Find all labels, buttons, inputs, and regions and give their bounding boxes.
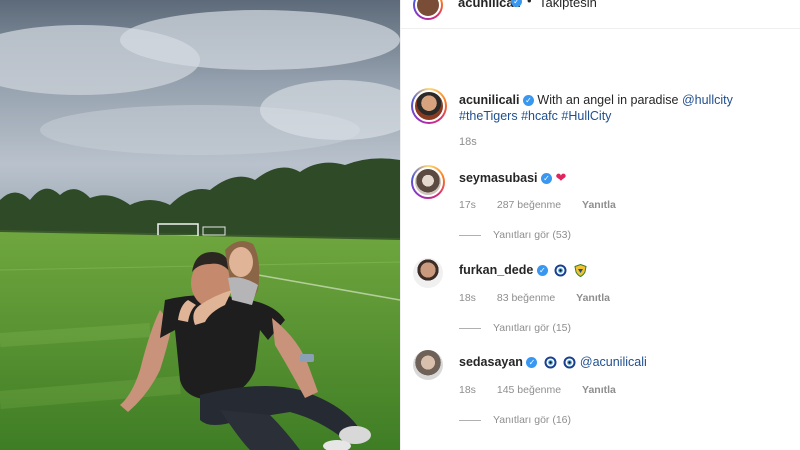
verified-icon: ✓ xyxy=(522,95,534,107)
shield-icon xyxy=(574,264,587,278)
replies-divider xyxy=(459,419,481,421)
view-replies-button[interactable]: Yanıtları gör (53) xyxy=(459,229,571,241)
hashtag-link[interactable]: #HullCity xyxy=(561,109,611,123)
comment-time: 18s xyxy=(459,292,476,304)
caption-time: 18s xyxy=(459,136,477,148)
comment-meta: 18s 83 beğenme Yanıtla xyxy=(459,292,628,304)
comment-avatar[interactable] xyxy=(411,165,445,199)
comment-likes[interactable]: 287 beğenme xyxy=(497,199,561,211)
comment-meta: 17s 287 beğenme Yanıtla xyxy=(459,199,634,211)
comment-time: 17s xyxy=(459,199,476,211)
hashtag-link[interactable]: #theTigers xyxy=(459,109,518,123)
header-avatar[interactable] xyxy=(413,0,443,20)
view-replies-label: Yanıtları gör (15) xyxy=(493,322,572,334)
hashtag-link[interactable]: #hcafc xyxy=(521,109,558,123)
replies-divider xyxy=(459,234,481,236)
view-replies-label: Yanıtları gör (53) xyxy=(493,229,572,241)
reply-button[interactable]: Yanıtla xyxy=(582,384,616,396)
comment-username[interactable]: furkan_dede xyxy=(459,263,533,277)
comment-avatar[interactable] xyxy=(413,350,443,380)
comment-likes[interactable]: 83 beğenme xyxy=(497,292,555,304)
comment-likes[interactable]: 145 beğenme xyxy=(497,384,561,396)
verified-icon: ✓ xyxy=(541,173,553,185)
post-header: acunilicali ✓ • Takiptesin xyxy=(401,0,800,29)
reply-button[interactable]: Yanıtla xyxy=(576,292,610,304)
mention-link[interactable]: @hullcity xyxy=(682,93,733,107)
replies-divider xyxy=(459,327,481,329)
post-photo[interactable] xyxy=(0,0,400,450)
verified-icon: ✓ xyxy=(526,357,538,369)
comment-time: 18s xyxy=(459,384,476,396)
view-replies-button[interactable]: Yanıtları gör (15) xyxy=(459,322,571,334)
caption-username[interactable]: acunilicali xyxy=(459,93,519,107)
view-replies-label: Yanıtları gör (16) xyxy=(493,414,572,426)
comment-username[interactable]: sedasayan xyxy=(459,355,523,369)
caption-body: With an angel in paradise xyxy=(537,93,679,107)
comment-line: furkan_dede ✓ xyxy=(459,263,587,278)
caption-text: acunilicali ✓ With an angel in paradise … xyxy=(459,92,789,124)
comment-line: sedasayan ✓ @acunilicali xyxy=(459,355,647,369)
heart-icon: ❤ xyxy=(555,170,567,185)
reply-button[interactable]: Yanıtla xyxy=(582,199,616,211)
comment-meta: 18s 145 beğenme Yanıtla xyxy=(459,384,634,396)
view-replies-button[interactable]: Yanıtları gör (16) xyxy=(459,414,571,426)
mention-link[interactable]: @acunilicali xyxy=(580,355,647,369)
header-separator: • xyxy=(527,0,532,8)
verified-icon: ✓ xyxy=(536,265,548,277)
photo-scene xyxy=(0,0,400,450)
comments-panel: acunilicali ✓ • Takiptesin acunilicali ✓… xyxy=(400,0,800,450)
comment-username[interactable]: seymasubasi xyxy=(459,171,538,185)
following-label[interactable]: Takiptesin xyxy=(539,0,597,10)
comment-avatar[interactable] xyxy=(413,258,443,288)
evil-eye-icon xyxy=(554,264,567,277)
evil-eye-icon xyxy=(563,356,576,369)
evil-eye-icon xyxy=(544,356,557,369)
comment-line: seymasubasi ✓ ❤ xyxy=(459,170,566,186)
caption-avatar[interactable] xyxy=(411,88,447,124)
